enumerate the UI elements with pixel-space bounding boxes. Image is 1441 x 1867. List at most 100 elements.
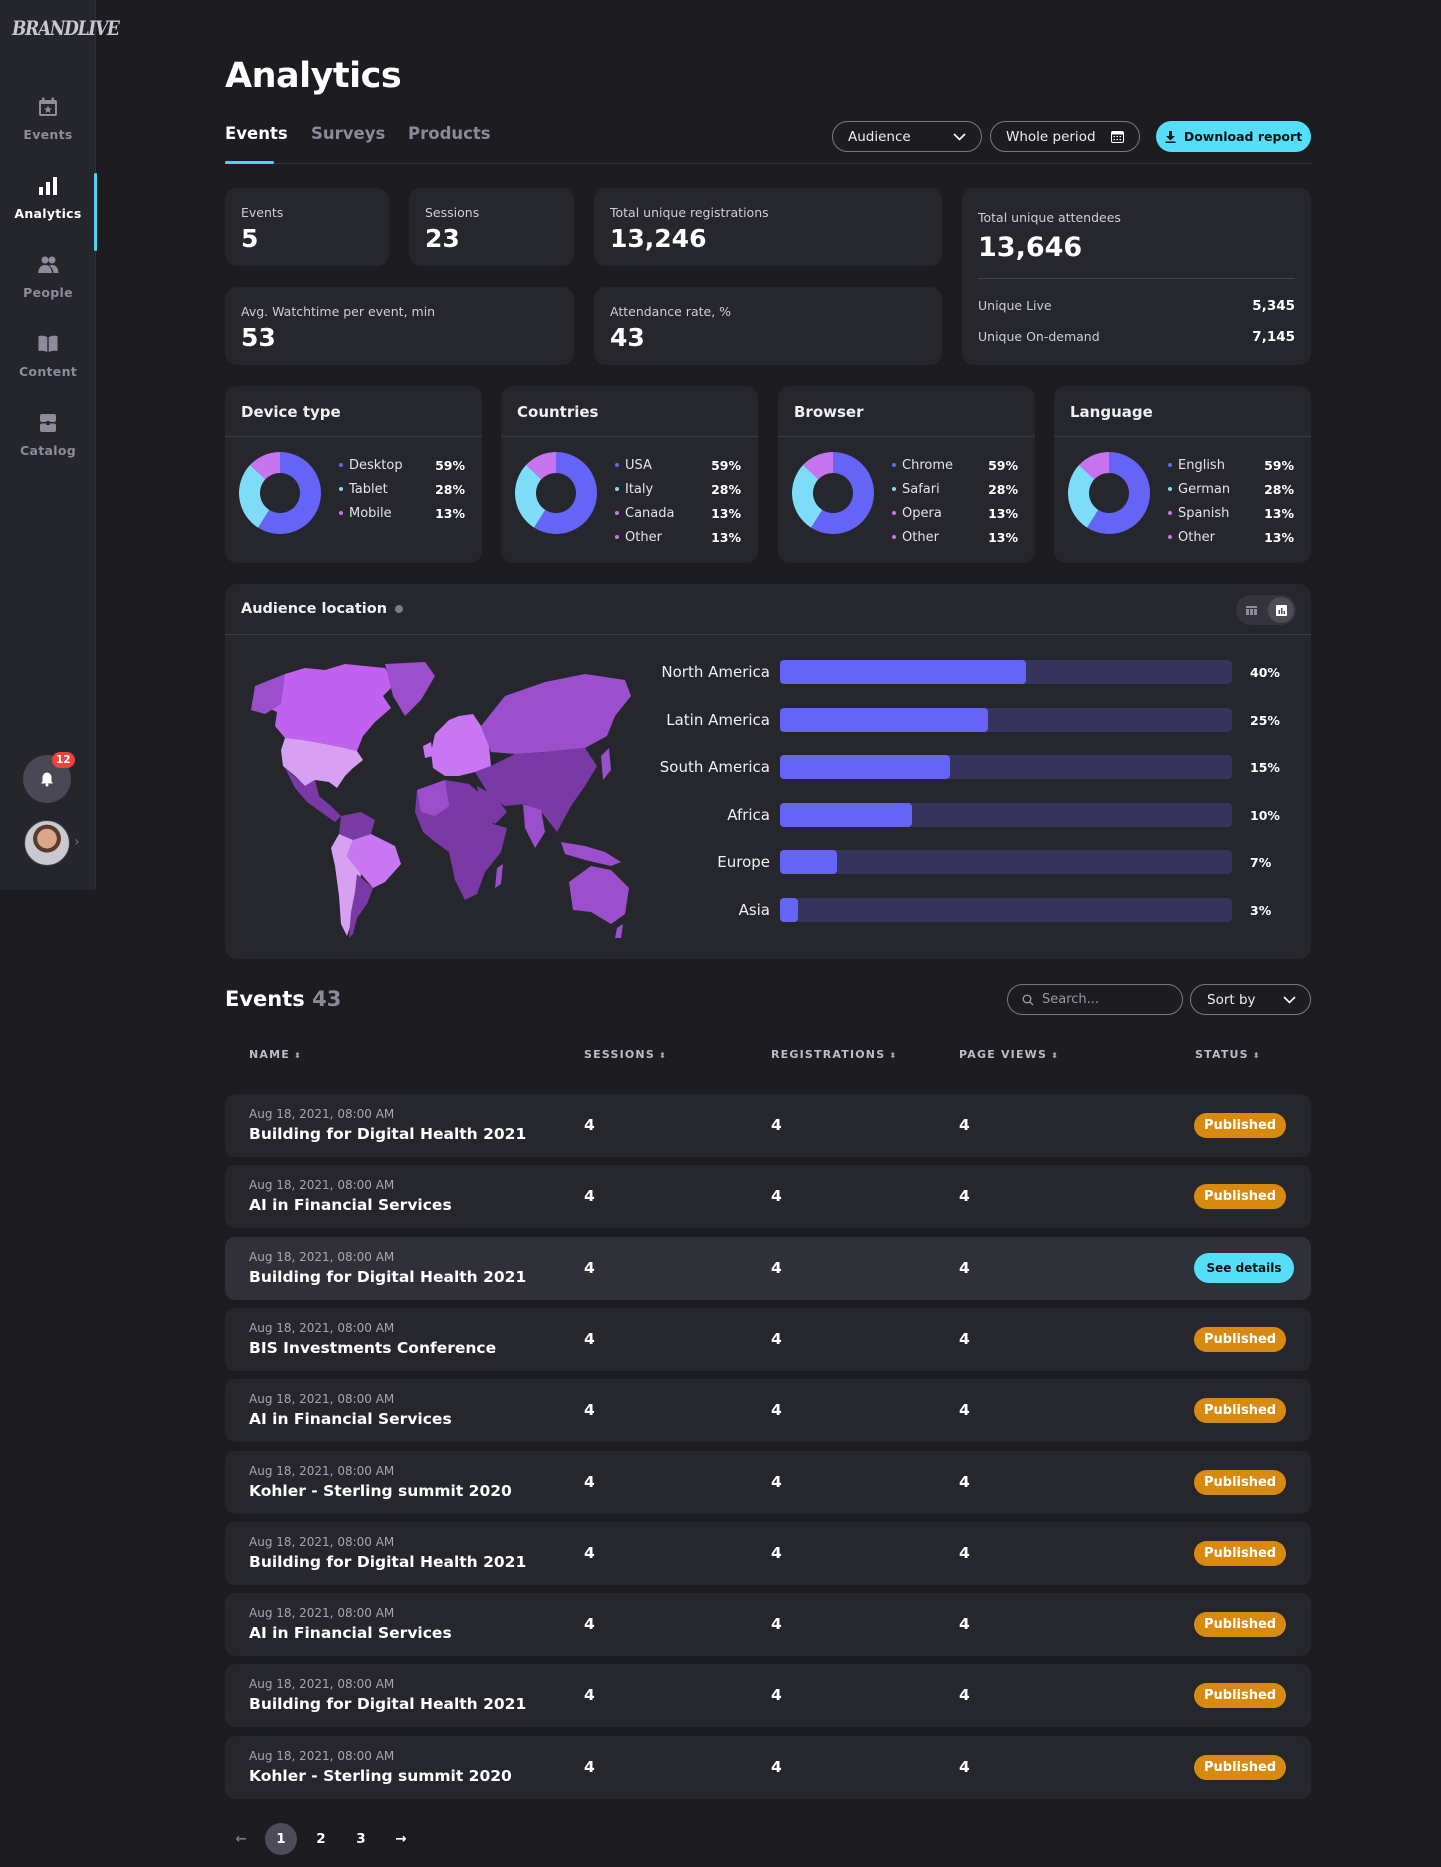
calendar-star-icon [39,97,57,116]
download-report-button[interactable]: Download report [1156,121,1311,152]
search-input[interactable] [1042,992,1172,1007]
legend-dot-icon [339,511,343,515]
legend-value: 13% [711,505,741,521]
column-header-label: REGISTRATIONS [771,1048,886,1061]
brandlive-logo[interactable]: BRANDLIVE [12,16,120,46]
status-badge: Published [1194,1754,1287,1780]
legend-label: Opera [902,505,942,521]
legend-label: Spanish [1178,505,1230,521]
tab-products[interactable]: Products [408,124,491,143]
sidebar-item-events[interactable]: Events [0,96,96,160]
table-row[interactable]: Aug 18, 2021, 08:00 AM Kohler - Sterling … [225,1735,1311,1799]
bar-track [780,707,1232,732]
bar-label: Asia [738,900,770,919]
map-region-europe [431,714,491,776]
stat-label: Attendance rate, % [610,304,732,319]
legend-dot-icon [1168,535,1172,539]
event-registrations: 4 [771,1615,782,1634]
pagination-page-3[interactable]: 3 [345,1823,377,1855]
column-header-registrations[interactable]: REGISTRATIONS ⬍ [771,1048,897,1061]
bar-fill[interactable] [780,660,1026,684]
sidebar-item-analytics[interactable]: Analytics [0,173,97,251]
chevron-right-icon[interactable]: › [74,834,80,850]
event-page-views: 4 [959,1543,970,1562]
table-view-button[interactable] [1238,597,1264,623]
bar-fill[interactable] [780,850,837,874]
legend-dot-icon [615,511,619,515]
see-details-button[interactable]: See details [1194,1252,1294,1283]
legend-value: 28% [435,481,465,497]
legend-item: Opera 13% [892,501,1018,525]
bar-track [780,660,1232,684]
legend-label-wrap: Chrome [892,458,953,473]
column-header-label: PAGE VIEWS [959,1048,1048,1061]
table-row[interactable]: Aug 18, 2021, 08:00 AM Kohler - Sterling … [225,1450,1311,1514]
event-sessions: 4 [584,1472,595,1491]
event-registrations: 4 [771,1686,782,1705]
bar-fill[interactable] [780,897,799,922]
event-sessions: 4 [584,1258,595,1277]
table-row[interactable]: Aug 18, 2021, 08:00 AM Building for Digit… [225,1521,1311,1585]
stat-value: 5 [241,224,259,253]
sidebar-item-people[interactable]: People [0,254,96,318]
column-header-name[interactable]: NAME ⬍ [249,1048,302,1061]
event-name: AI in Financial Services [249,1410,452,1429]
column-header-page-views[interactable]: PAGE VIEWS ⬍ [959,1048,1059,1061]
event-date: Aug 18, 2021, 08:00 AM [249,1677,395,1692]
divider [778,436,1035,437]
chart-title: Browser [794,403,864,421]
event-page-views: 4 [959,1401,970,1420]
event-sessions: 4 [584,1116,595,1134]
table-row[interactable]: Aug 18, 2021, 08:00 AM Building for Digit… [225,1236,1311,1300]
location-bar-row: South America 15% [655,755,1285,779]
period-select[interactable]: Whole period [990,121,1140,152]
legend-value: 28% [711,481,741,497]
bar-fill[interactable] [780,802,912,827]
sort-icon: ⬍ [1051,1051,1060,1060]
chart-legend: Chrome 59% Safari 28% Opera 13% Other 13% [892,453,1018,549]
audience-location-title-text: Audience location [241,601,388,617]
bar-value-label: 7% [1250,855,1272,870]
user-avatar[interactable] [24,820,70,866]
status-badge: Published [1194,1612,1287,1638]
sort-by-select[interactable]: Sort by [1190,984,1311,1015]
bar-track [780,802,1232,827]
info-icon[interactable] [395,605,404,613]
pagination-page-2[interactable]: 2 [305,1823,337,1855]
sidebar-item-content[interactable]: Content [0,333,96,397]
stat-value: 53 [241,323,276,352]
pagination-page-1[interactable]: 1 [265,1823,297,1855]
legend-item: Chrome 59% [892,453,1018,477]
legend-label-wrap: Tablet [339,482,388,497]
table-row[interactable]: Aug 18, 2021, 08:00 AM AI in Financial Se… [225,1379,1311,1443]
table-row[interactable]: Aug 18, 2021, 08:00 AM AI in Financial Se… [225,1593,1311,1657]
tab-events[interactable]: Events [225,124,288,164]
bar-fill[interactable] [780,755,950,779]
legend-value: 13% [988,529,1018,545]
sort-by-label: Sort by [1207,991,1256,1008]
legend-label-wrap: Other [1168,530,1215,545]
pagination-prev[interactable]: ← [225,1823,257,1855]
tab-surveys[interactable]: Surveys [311,124,385,143]
event-date: Aug 18, 2021, 08:00 AM [249,1606,395,1621]
chart-view-button[interactable] [1268,597,1294,623]
table-row[interactable]: Aug 18, 2021, 08:00 AM BIS Investments Co… [225,1307,1311,1371]
table-row[interactable]: Aug 18, 2021, 08:00 AM Building for Digit… [225,1094,1311,1157]
table-row[interactable]: Aug 18, 2021, 08:00 AM Building for Digit… [225,1664,1311,1728]
bar-fill[interactable] [780,707,988,732]
sidebar-item-label: Content [18,364,78,379]
map-region-russia [481,674,631,754]
legend-label: Other [625,529,662,545]
pagination-next[interactable]: → [385,1823,417,1855]
audience-select[interactable]: Audience [832,121,982,152]
location-bar-row: Asia 3% [655,897,1285,922]
column-header-status[interactable]: STATUS ⬍ [1195,1048,1261,1061]
legend-value: 13% [711,529,741,545]
chart-legend: Desktop 59% Tablet 28% Mobile 13% [339,453,465,525]
legend-item: Desktop 59% [339,453,465,477]
sidebar-item-catalog[interactable]: Catalog [0,412,96,476]
legend-label: English [1178,457,1225,473]
table-row[interactable]: Aug 18, 2021, 08:00 AM AI in Financial Se… [225,1165,1311,1229]
column-header-sessions[interactable]: SESSIONS ⬍ [584,1048,667,1061]
events-list-title: Events 43 [225,987,341,1011]
